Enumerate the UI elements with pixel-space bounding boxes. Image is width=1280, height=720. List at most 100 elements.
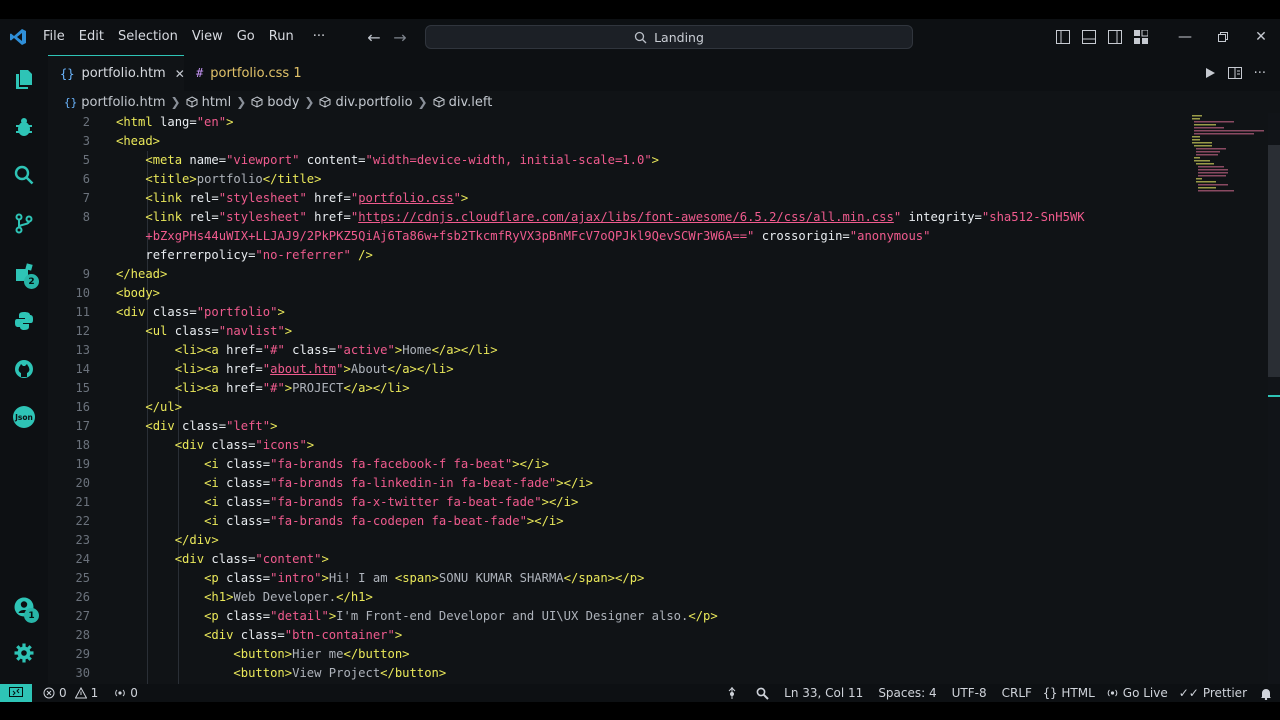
code-token: "detail" <box>270 609 329 623</box>
code-line[interactable]: <meta name="viewport" content="width=dev… <box>116 151 1186 170</box>
eol-setting[interactable]: CRLF <box>997 684 1038 702</box>
prettier-status[interactable]: ✓✓ Prettier <box>1174 684 1255 702</box>
search-view-icon[interactable] <box>0 155 48 195</box>
code-line[interactable]: <i class="fa-brands fa-x-twitter fa-beat… <box>116 493 1186 512</box>
menu-view[interactable]: View <box>185 19 230 55</box>
code-line[interactable]: <li><a href="#">PROJECT</a></li> <box>116 379 1186 398</box>
code-line[interactable]: +bZxgPHs44uWIX+LLJAJ9/2PkPKZ5QiAj6Ta86w+… <box>116 227 1186 246</box>
git-graph-icon[interactable] <box>722 684 751 702</box>
code-line[interactable]: <li><a href="about.htm">About</a></li> <box>116 360 1186 379</box>
code-token: "intro" <box>270 571 322 585</box>
code-line[interactable]: <link rel="stylesheet" href= "portfolio.c… <box>116 189 1186 208</box>
settings-gear-icon[interactable] <box>0 633 48 673</box>
json-icon[interactable]: Json <box>0 397 48 437</box>
code-line[interactable]: <button>View Project</button> <box>116 664 1186 683</box>
svg-text:Json: Json <box>14 413 33 422</box>
open-preview-icon[interactable] <box>1227 66 1242 80</box>
restore-icon[interactable] <box>1204 19 1242 55</box>
run-play-icon[interactable] <box>1204 67 1216 79</box>
menu-selection[interactable]: Selection <box>111 19 185 55</box>
code-line[interactable]: <li><a href="#" class="active">Home</a><… <box>116 341 1186 360</box>
python-icon[interactable] <box>0 301 48 341</box>
breadcrumb-item-div-left[interactable]: div.left <box>433 95 492 110</box>
code-line[interactable]: <body> <box>116 284 1186 303</box>
code-token: Hi! I am <box>328 571 395 585</box>
menu-file[interactable]: File <box>36 19 72 55</box>
run-debug-icon[interactable] <box>0 107 48 147</box>
problems-indicator[interactable]: 0 1 <box>38 684 103 702</box>
code-line[interactable]: <p class="intro">Hi! I am <span>SONU KUM… <box>116 569 1186 588</box>
code-line[interactable]: <head> <box>116 132 1186 151</box>
accounts-badge: 1 <box>24 608 39 623</box>
tab-portfolio-htm[interactable]: {} portfolio.htm ✕ <box>48 55 185 91</box>
extensions-icon[interactable]: 2 <box>0 253 48 293</box>
tab-portfolio-css[interactable]: # portfolio.css 1 <box>184 55 310 91</box>
zoom-search-icon[interactable] <box>751 684 779 702</box>
menu-edit[interactable]: Edit <box>72 19 111 55</box>
code-line[interactable]: <button>Hier me</button> <box>116 645 1186 664</box>
menu-more[interactable]: ··· <box>301 19 332 55</box>
code-token: "anonymous" <box>849 229 931 243</box>
code-line[interactable]: <p class="detail">I'm Front-end Developo… <box>116 607 1186 626</box>
more-actions-icon[interactable]: ··· <box>1254 66 1266 81</box>
encoding-setting[interactable]: UTF-8 <box>947 684 997 702</box>
source-control-icon[interactable] <box>0 203 48 243</box>
code-editor[interactable]: 2 3 5 6 7 8 9 10 11 12 13 14 15 16 17 18 19 20 21 22 23 24 25 2… <box>48 113 1188 684</box>
accounts-icon[interactable]: 1 <box>0 587 48 627</box>
breadcrumb-item-div-portfolio[interactable]: div.portfolio <box>319 95 413 110</box>
code-line[interactable]: <i class="fa-brands fa-facebook-f fa-bea… <box>116 455 1186 474</box>
code-line[interactable]: <div class="content"> <box>116 550 1186 569</box>
indentation-setting[interactable]: Spaces: 4 <box>873 684 946 702</box>
remote-indicator-icon[interactable] <box>0 684 32 702</box>
code-token: "portfolio" <box>196 305 278 319</box>
code-line[interactable]: <link rel="stylesheet" href="https://cdn… <box>116 208 1186 227</box>
minimize-icon[interactable]: — <box>1166 19 1204 55</box>
breadcrumb-item-body[interactable]: body <box>251 95 299 110</box>
code-line[interactable]: referrerpolicy="no-referrer" /> <box>116 246 1186 265</box>
broadcast-icon <box>1107 689 1118 697</box>
code-area[interactable]: <html lang="en"> <head> <meta name="viewp… <box>116 113 1186 683</box>
menu-go[interactable]: Go <box>230 19 262 55</box>
notifications-bell-icon[interactable] <box>1255 684 1280 702</box>
cursor-position[interactable]: Ln 33, Col 11 <box>779 684 873 702</box>
minimap[interactable] <box>1190 113 1268 193</box>
toggle-secondary-sidebar-icon[interactable] <box>1102 19 1128 55</box>
code-line[interactable]: <i class="fa-brands fa-linkedin-in fa-be… <box>116 474 1186 493</box>
language-mode[interactable]: {} HTML <box>1038 684 1101 702</box>
toggle-panel-icon[interactable] <box>1076 19 1102 55</box>
code-line[interactable]: <div class="btn-container"> <box>116 626 1186 645</box>
code-token: Web Developer. <box>233 590 337 604</box>
code-line[interactable]: </div> <box>116 531 1186 550</box>
close-window-icon[interactable]: ✕ <box>1242 19 1280 55</box>
toggle-primary-sidebar-icon[interactable] <box>1050 19 1076 55</box>
github-icon[interactable] <box>0 349 48 389</box>
scrollbar-thumb[interactable] <box>1268 145 1280 377</box>
breadcrumb-item-html[interactable]: html <box>186 95 231 110</box>
ports-indicator[interactable]: 0 <box>109 684 143 702</box>
code-line[interactable]: <ul class="navlist"> <box>116 322 1186 341</box>
line-number: 26 <box>75 590 90 604</box>
forward-arrow-icon[interactable]: → <box>392 28 408 47</box>
back-arrow-icon[interactable]: ← <box>366 28 382 47</box>
code-line[interactable]: <div class="left"> <box>116 417 1186 436</box>
vertical-scrollbar[interactable] <box>1268 113 1280 684</box>
code-line[interactable]: <html lang="en"> <box>116 113 1186 132</box>
code-token: "fa-brands fa-facebook-f fa-beat" <box>270 457 513 471</box>
line-number: 13 <box>75 343 90 357</box>
code-line[interactable]: <h1>Web Developer.</h1> <box>116 588 1186 607</box>
code-line[interactable]: <div class="portfolio"> <box>116 303 1186 322</box>
menu-run[interactable]: Run <box>262 19 301 55</box>
code-line[interactable]: <div class="icons"> <box>116 436 1186 455</box>
customize-layout-icon[interactable] <box>1128 19 1154 55</box>
go-live-button[interactable]: Go Live <box>1101 684 1174 702</box>
explorer-icon[interactable] <box>0 59 48 99</box>
code-line[interactable]: <i class="fa-brands fa-codepen fa-beat-f… <box>116 512 1186 531</box>
breadcrumb-item-file[interactable]: {} portfolio.htm <box>64 95 166 110</box>
code-line[interactable]: </ul> <box>116 398 1186 417</box>
code-line[interactable]: </head> <box>116 265 1186 284</box>
command-center-search[interactable]: Landing <box>425 25 913 49</box>
code-line[interactable]: <title>portfolio</title> <box>116 170 1186 189</box>
